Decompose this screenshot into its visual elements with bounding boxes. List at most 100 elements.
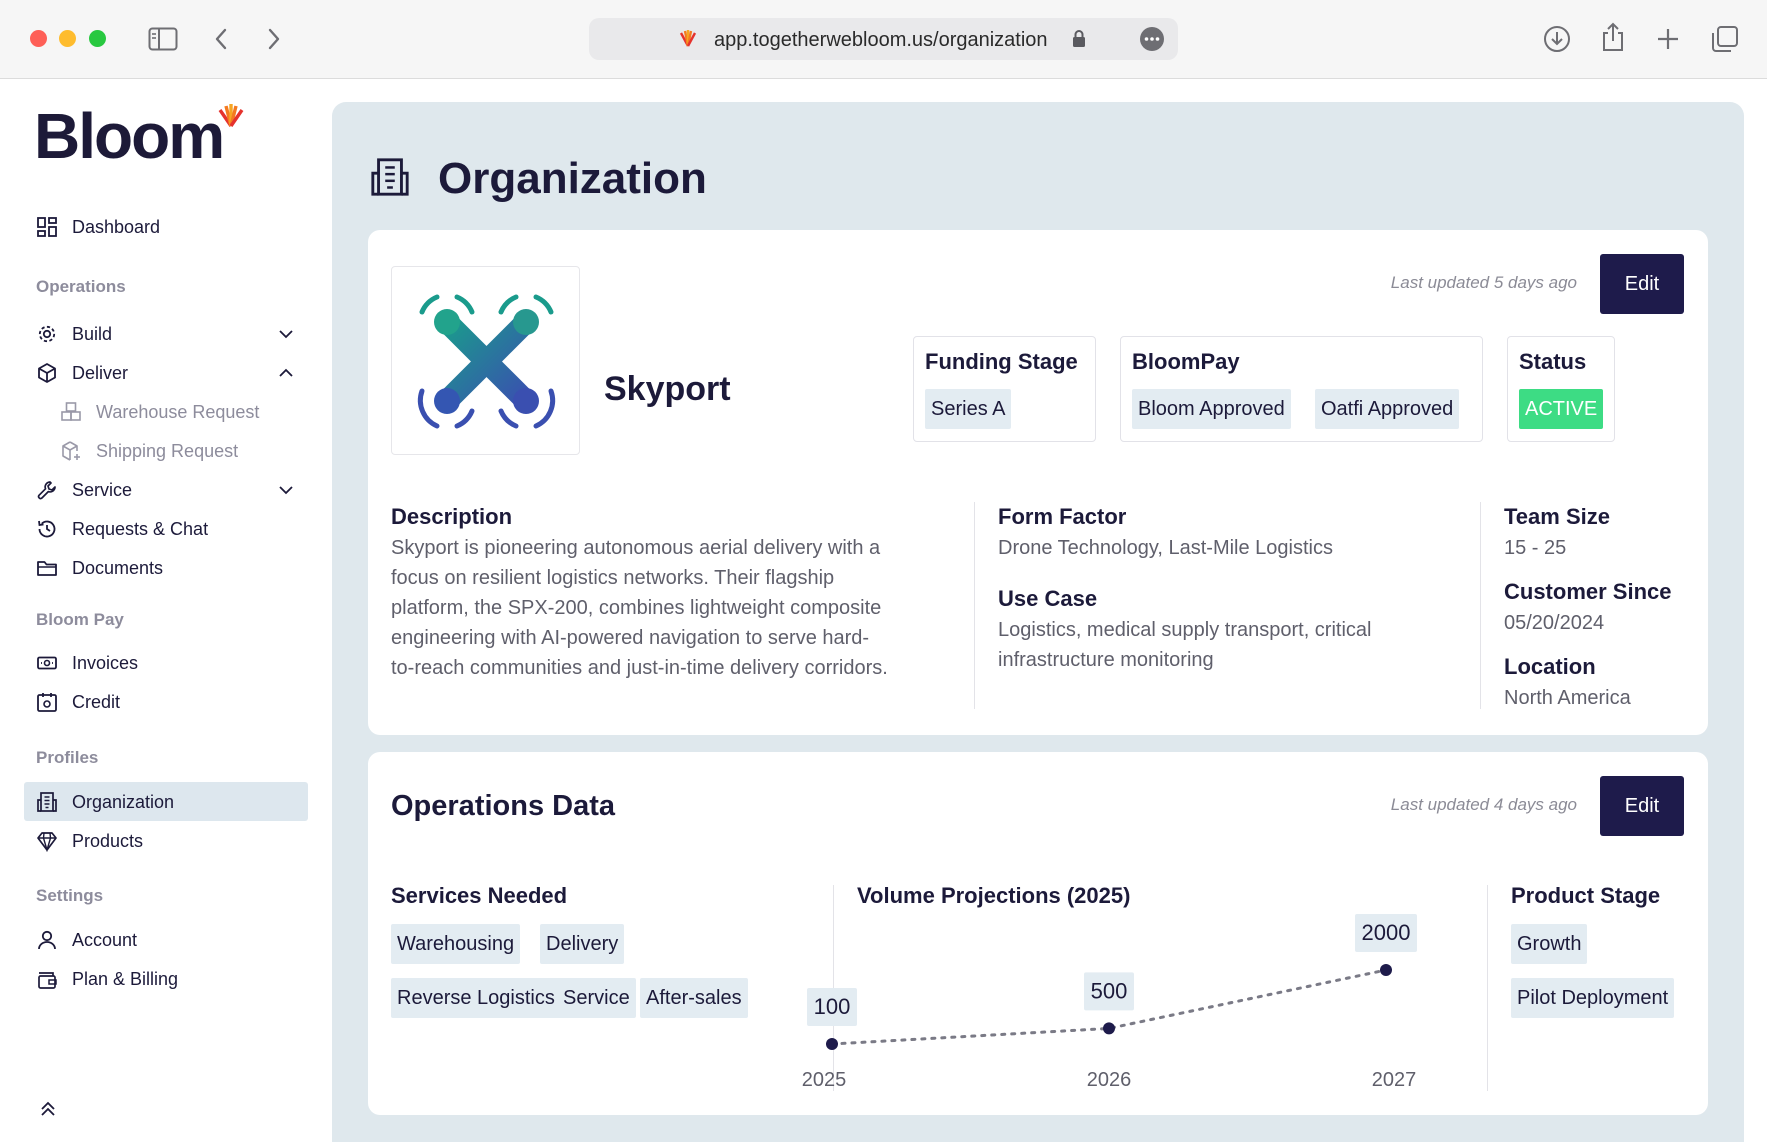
- chevron-up-icon[interactable]: [278, 365, 294, 381]
- section-label-bloom-pay: Bloom Pay: [36, 610, 124, 629]
- section-label-profiles: Profiles: [36, 748, 99, 767]
- sidebar-item-credit[interactable]: Credit: [24, 682, 308, 721]
- building-icon: [37, 792, 57, 812]
- organization-card: Last updated 5 days ago Edit Skyport Fun…: [368, 230, 1708, 735]
- section-label-operations: Operations: [36, 277, 126, 296]
- folder-icon: [37, 561, 57, 576]
- bloompay-chip: Oatfi Approved: [1315, 389, 1460, 429]
- bloompay-box: BloomPay Bloom Approved Oatfi Approved: [1120, 336, 1483, 442]
- data-point: [1103, 1022, 1115, 1035]
- site-favicon-icon: [679, 30, 697, 47]
- bloom-logo-mark-icon: [218, 104, 244, 127]
- package-icon: [38, 363, 56, 383]
- gem-icon: [37, 832, 57, 852]
- volume-projections-chart: 100 2025 500 2026 2000 2027: [802, 914, 1417, 1091]
- sidebar-item-organization[interactable]: Organization: [24, 782, 308, 821]
- sidebar-toggle-icon[interactable]: [148, 27, 178, 51]
- maximize-window-button[interactable]: [89, 30, 106, 47]
- data-label: 500: [1091, 978, 1128, 1003]
- sidebar: Bloom Dashboard Operations Build Deliver…: [0, 80, 330, 1142]
- wrench-icon: [37, 481, 56, 500]
- tab-overview-icon[interactable]: [1711, 25, 1739, 53]
- drone-logo-icon: [417, 294, 556, 429]
- bloom-logo[interactable]: Bloom: [34, 104, 244, 168]
- use-case-label: Use Case: [998, 586, 1098, 611]
- product-stage-chip: Pilot Deployment: [1511, 978, 1675, 1018]
- main-content: Organization Last updated 5 days ago Edi…: [332, 102, 1744, 1142]
- wallet-icon: [38, 972, 57, 989]
- sidebar-item-requests-chat[interactable]: Requests & Chat: [24, 509, 308, 548]
- sidebar-item-service[interactable]: Service: [24, 470, 308, 509]
- credit-icon: [37, 693, 57, 712]
- history-icon: [38, 520, 56, 538]
- gear-icon: [38, 325, 56, 343]
- data-label: 100: [814, 994, 851, 1019]
- status-box: Status ACTIVE: [1507, 336, 1615, 442]
- description-label: Description: [391, 504, 513, 529]
- description-text: Skyport is pioneering autonomous aerial …: [391, 537, 888, 679]
- status-badge: ACTIVE: [1519, 389, 1604, 429]
- data-point: [1380, 964, 1392, 976]
- team-size-label: Team Size: [1504, 504, 1610, 529]
- bloompay-chip: Bloom Approved: [1132, 389, 1291, 429]
- share-icon[interactable]: [1601, 22, 1625, 52]
- company-logo: [391, 266, 580, 455]
- product-stage-label: Product Stage: [1511, 883, 1661, 908]
- sidebar-item-products[interactable]: Products: [24, 821, 308, 860]
- sidebar-item-shipping-request[interactable]: Shipping Request: [24, 431, 308, 470]
- edit-organization-button[interactable]: Edit: [1600, 254, 1684, 314]
- boxes-icon: [61, 402, 81, 421]
- collapse-sidebar-icon[interactable]: [39, 1100, 57, 1118]
- divider: [974, 502, 975, 709]
- address-bar[interactable]: app.togetherwebloom.us/organization: [589, 18, 1178, 60]
- new-tab-icon[interactable]: [1656, 27, 1680, 51]
- divider: [1480, 502, 1481, 709]
- location-label: Location: [1504, 654, 1596, 679]
- user-icon: [38, 930, 56, 950]
- chevron-down-icon[interactable]: [278, 482, 294, 498]
- last-updated-text: Last updated 5 days ago: [1390, 273, 1577, 292]
- package-plus-icon: [62, 441, 80, 461]
- use-case-value: Logistics, medical supply transport, cri…: [998, 619, 1372, 671]
- x-tick-label: 2027: [1372, 1069, 1417, 1091]
- data-label: 2000: [1362, 920, 1411, 945]
- funding-stage-chip: Series A: [925, 389, 1012, 429]
- customer-since-value: 05/20/2024: [1504, 612, 1605, 634]
- funding-stage-label: Funding Stage: [925, 349, 1078, 374]
- location-value: North America: [1504, 687, 1631, 709]
- sidebar-item-build[interactable]: Build: [24, 314, 308, 353]
- sidebar-item-deliver[interactable]: Deliver: [24, 353, 308, 392]
- page-title: Organization: [438, 154, 707, 203]
- back-icon[interactable]: [213, 27, 229, 51]
- download-icon[interactable]: [1543, 25, 1571, 53]
- banknote-icon: [37, 656, 57, 670]
- divider: [1487, 885, 1488, 1091]
- close-window-button[interactable]: [30, 30, 47, 47]
- sidebar-item-plan-billing[interactable]: Plan & Billing: [24, 959, 308, 998]
- operations-data-card: Operations Data Last updated 4 days ago …: [368, 752, 1708, 1115]
- lock-icon: [1073, 30, 1085, 47]
- sidebar-item-dashboard[interactable]: Dashboard: [24, 207, 308, 246]
- sidebar-item-documents[interactable]: Documents: [24, 548, 308, 587]
- building-icon: [371, 158, 409, 196]
- dashboard-icon: [37, 217, 57, 237]
- sidebar-item-warehouse-request[interactable]: Warehouse Request: [24, 392, 308, 431]
- team-size-value: 15 - 25: [1504, 537, 1567, 559]
- forward-icon[interactable]: [266, 27, 282, 51]
- x-tick-label: 2025: [802, 1069, 847, 1091]
- x-tick-label: 2026: [1087, 1069, 1132, 1091]
- product-stage-chip: Growth: [1511, 924, 1588, 964]
- customer-since-label: Customer Since: [1504, 579, 1672, 604]
- sidebar-item-invoices[interactable]: Invoices: [24, 643, 308, 682]
- data-point: [826, 1038, 838, 1050]
- more-options-icon[interactable]: [1139, 26, 1165, 52]
- minimize-window-button[interactable]: [59, 30, 76, 47]
- bloompay-label: BloomPay: [1132, 349, 1240, 374]
- browser-toolbar: app.togetherwebloom.us/organization: [0, 0, 1767, 79]
- url-text: app.togetherwebloom.us/organization: [714, 29, 1048, 51]
- sidebar-item-account[interactable]: Account: [24, 920, 308, 959]
- form-factor-label: Form Factor: [998, 504, 1127, 529]
- chevron-down-icon[interactable]: [278, 326, 294, 342]
- form-factor-value: Drone Technology, Last-Mile Logistics: [998, 537, 1333, 559]
- funding-stage-box: Funding Stage Series A: [913, 336, 1096, 442]
